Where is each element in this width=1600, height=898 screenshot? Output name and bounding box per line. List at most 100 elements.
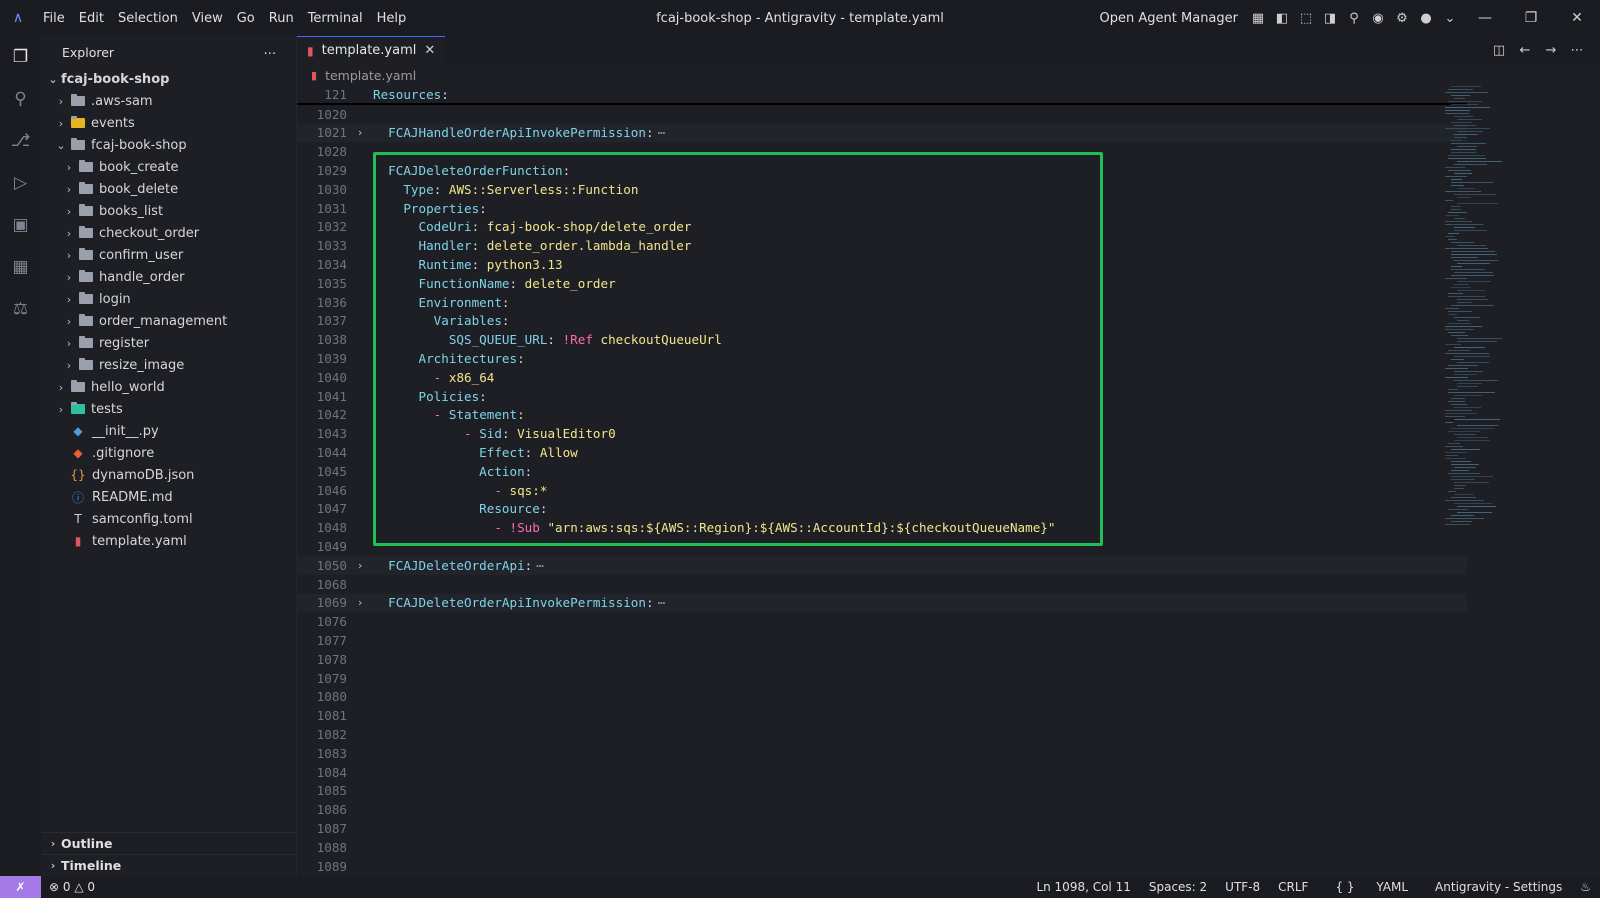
code-line[interactable]: 1038 SQS_QUEUE_URL: !Ref checkoutQueueUr…: [297, 330, 1467, 349]
code-line[interactable]: 1048 - !Sub "arn:aws:sqs:${AWS::Region}:…: [297, 518, 1467, 537]
close-tab-icon[interactable]: ✕: [424, 43, 435, 58]
search-icon[interactable]: ⚲: [1342, 0, 1366, 36]
timeline-section[interactable]: › Timeline: [41, 854, 297, 876]
tree-item-samconfig-toml[interactable]: Tsamconfig.toml: [41, 508, 296, 530]
language-mode[interactable]: { } YAML: [1317, 880, 1426, 894]
code-line[interactable]: 1028: [297, 142, 1467, 161]
tree-item-resize-image[interactable]: › resize_image: [41, 354, 296, 376]
source-control-icon[interactable]: ⎇: [0, 120, 41, 162]
gear-icon[interactable]: ⚙: [1390, 0, 1414, 36]
tree-item-register[interactable]: › register: [41, 332, 296, 354]
menu-file[interactable]: File: [36, 11, 72, 26]
tree-item-handle-order[interactable]: › handle_order: [41, 266, 296, 288]
minimize-window-icon[interactable]: —: [1462, 0, 1508, 36]
code-line[interactable]: 1031 Properties:: [297, 199, 1467, 218]
split-editor-icon[interactable]: ◫: [1486, 43, 1512, 58]
code-line[interactable]: 1042 - Statement:: [297, 406, 1467, 425]
breadcrumb-file[interactable]: template.yaml: [325, 68, 416, 83]
code-line[interactable]: 1086: [297, 800, 1467, 819]
code-line[interactable]: 1040 - x86_64: [297, 368, 1467, 387]
search-view-icon[interactable]: ⚲: [0, 78, 41, 120]
toggle-panel-icon[interactable]: ⬚: [1294, 0, 1318, 36]
tree-item-init-py[interactable]: ◆ __init__.py: [41, 420, 296, 442]
tree-item-aws-sam[interactable]: › .aws-sam: [41, 90, 296, 112]
close-window-icon[interactable]: ✕: [1554, 0, 1600, 36]
code-line[interactable]: 1035 FunctionName: delete_order: [297, 274, 1467, 293]
code-line[interactable]: 1069 › FCAJDeleteOrderApiInvokePermission…: [297, 593, 1467, 613]
code-line[interactable]: 1034 Runtime: python3.13: [297, 255, 1467, 274]
browser-icon[interactable]: ◉: [1366, 0, 1390, 36]
code-line[interactable]: 1082: [297, 725, 1467, 744]
code-line[interactable]: 1083: [297, 744, 1467, 763]
settings-status[interactable]: Antigravity - Settings: [1426, 880, 1571, 894]
code-line[interactable]: 1050 › FCAJDeleteOrderApi: ⋯: [297, 555, 1467, 575]
code-line[interactable]: 1037 Variables:: [297, 312, 1467, 331]
run-debug-icon[interactable]: ▷: [0, 162, 41, 204]
tree-item-tests[interactable]: › tests: [41, 398, 296, 420]
code-line[interactable]: 1084: [297, 763, 1467, 782]
end-of-line[interactable]: CRLF: [1269, 880, 1317, 894]
menu-view[interactable]: View: [185, 11, 230, 26]
menu-help[interactable]: Help: [370, 11, 414, 26]
toggle-primary-sidebar-icon[interactable]: ◧: [1270, 0, 1294, 36]
code-line[interactable]: 1029 FCAJDeleteOrderFunction:: [297, 161, 1467, 180]
code-line[interactable]: 1089: [297, 857, 1467, 876]
code-line[interactable]: 1039 Architectures:: [297, 349, 1467, 368]
tree-item-book-create[interactable]: › book_create: [41, 156, 296, 178]
tree-item-events[interactable]: › events: [41, 112, 296, 134]
more-actions-icon[interactable]: ⋯: [1564, 43, 1590, 58]
menu-edit[interactable]: Edit: [72, 11, 111, 26]
toggle-secondary-sidebar-icon[interactable]: ◨: [1318, 0, 1342, 36]
problems-indicator[interactable]: ⊗ 0 △ 0: [49, 880, 95, 894]
tree-item-checkout-order[interactable]: › checkout_order: [41, 222, 296, 244]
fold-chevron-right-icon[interactable]: ›: [347, 596, 373, 609]
extensions-icon[interactable]: ▦: [0, 246, 41, 288]
indentation[interactable]: Spaces: 2: [1140, 880, 1216, 894]
tree-item-hello-world[interactable]: › hello_world: [41, 376, 296, 398]
tree-item-fcaj-book-shop[interactable]: ⌄ fcaj-book-shop: [41, 134, 296, 156]
tree-item-confirm-user[interactable]: › confirm_user: [41, 244, 296, 266]
code-line[interactable]: 1080: [297, 688, 1467, 707]
code-line[interactable]: 1043 - Sid: VisualEditor0: [297, 424, 1467, 443]
code-line[interactable]: 1030 Type: AWS::Serverless::Function: [297, 180, 1467, 199]
minimap[interactable]: [1445, 86, 1575, 546]
code-line[interactable]: 1044 Effect: Allow: [297, 443, 1467, 462]
code-line[interactable]: 1076: [297, 612, 1467, 631]
code-line[interactable]: 1033 Handler: delete_order.lambda_handle…: [297, 236, 1467, 255]
menu-go[interactable]: Go: [230, 11, 262, 26]
folded-ellipsis-icon[interactable]: ⋯: [658, 595, 666, 610]
code-line[interactable]: 1020: [297, 105, 1467, 124]
testing-icon[interactable]: ⚖: [0, 288, 41, 330]
code-line[interactable]: 1081: [297, 706, 1467, 725]
code-view[interactable]: 121 Resources: 1020 1021 › FCAJHandleOrderAp…: [297, 86, 1467, 875]
tree-item-order-management[interactable]: › order_management: [41, 310, 296, 332]
go-back-icon[interactable]: ←: [1512, 43, 1538, 58]
menu-selection[interactable]: Selection: [111, 11, 185, 26]
code-line[interactable]: 1045 Action:: [297, 462, 1467, 481]
restore-window-icon[interactable]: ❐: [1508, 0, 1554, 36]
menu-terminal[interactable]: Terminal: [301, 11, 370, 26]
remote-explorer-icon[interactable]: ▣: [0, 204, 41, 246]
open-agent-manager-button[interactable]: Open Agent Manager: [1100, 11, 1238, 26]
go-forward-icon[interactable]: →: [1538, 43, 1564, 58]
code-line[interactable]: 1087: [297, 819, 1467, 838]
menu-run[interactable]: Run: [262, 11, 301, 26]
fold-chevron-right-icon[interactable]: ›: [347, 559, 373, 572]
more-actions-icon[interactable]: ⋯: [264, 45, 277, 60]
customize-layout-icon[interactable]: ▦: [1246, 0, 1270, 36]
remote-indicator-icon[interactable]: ✗: [0, 876, 41, 898]
tree-item-readme-md[interactable]: ⓘ README.md: [41, 486, 296, 508]
code-line[interactable]: 1068: [297, 575, 1467, 594]
code-line[interactable]: 1047 Resource:: [297, 500, 1467, 519]
code-line[interactable]: 1077: [297, 631, 1467, 650]
tree-root[interactable]: ⌄ fcaj-book-shop: [41, 68, 296, 90]
tree-item-login[interactable]: › login: [41, 288, 296, 310]
code-line[interactable]: 1041 Policies:: [297, 387, 1467, 406]
folded-ellipsis-icon[interactable]: ⋯: [536, 558, 544, 573]
code-line[interactable]: 1085: [297, 781, 1467, 800]
folded-ellipsis-icon[interactable]: ⋯: [658, 125, 666, 140]
tree-item-template-yaml[interactable]: ▮ template.yaml: [41, 530, 296, 552]
fold-chevron-right-icon[interactable]: ›: [347, 126, 373, 139]
code-line[interactable]: 121 Resources:: [297, 86, 1467, 105]
tree-item-gitignore[interactable]: ◆ .gitignore: [41, 442, 296, 464]
